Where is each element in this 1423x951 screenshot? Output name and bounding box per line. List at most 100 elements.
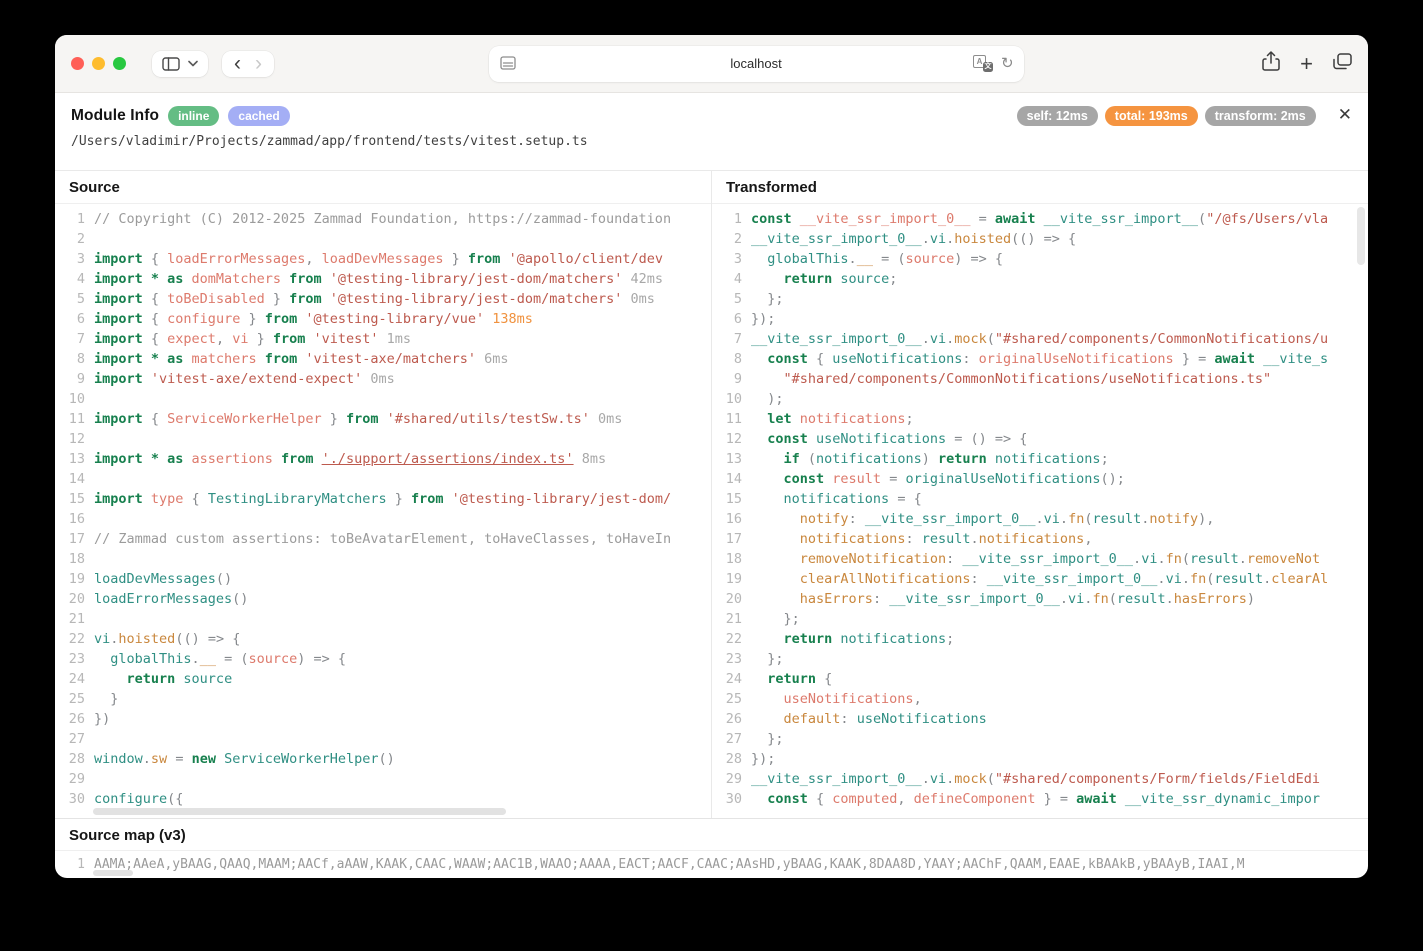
code-line: 18 removeNotification: __vite_ssr_import… — [712, 549, 1368, 569]
sidebar-toggle[interactable] — [152, 51, 208, 77]
line-number: 21 — [55, 609, 94, 629]
line-number: 30 — [712, 789, 751, 809]
translate-icon[interactable]: A 文 — [973, 55, 993, 72]
line-number: 21 — [712, 609, 751, 629]
line-number: 3 — [712, 249, 751, 269]
line-number: 16 — [55, 509, 94, 529]
zoom-window-button[interactable] — [113, 57, 126, 70]
line-number: 1 — [55, 209, 94, 229]
code-line: 22 return notifications; — [712, 629, 1368, 649]
line-number: 6 — [55, 309, 94, 329]
minimize-window-button[interactable] — [92, 57, 105, 70]
line-number: 27 — [712, 729, 751, 749]
code-line: 17 notifications: result.notifications, — [712, 529, 1368, 549]
line-number: 6 — [712, 309, 751, 329]
line-number: 16 — [712, 509, 751, 529]
line-number: 30 — [55, 789, 94, 809]
code-line: 14 const result = originalUseNotificatio… — [712, 469, 1368, 489]
code-line: 13 if (notifications) return notificatio… — [712, 449, 1368, 469]
code-line: 9import 'vitest-axe/extend-expect' 0ms — [55, 369, 711, 389]
line-number: 4 — [55, 269, 94, 289]
code-line: 19loadDevMessages() — [55, 569, 711, 589]
browser-window: ‹ › localhost A 文 ↻ — [55, 35, 1368, 878]
code-line: 30 const { computed, defineComponent } =… — [712, 789, 1368, 809]
page-title: Module Info — [71, 107, 159, 125]
line-number: 10 — [712, 389, 751, 409]
url-text[interactable]: localhost — [489, 46, 1024, 82]
new-tab-icon[interactable]: + — [1300, 55, 1313, 73]
sourcemap-section: Source map (v3) 1 AAMA;AAeA,yBAAG,QAAQ,M… — [55, 818, 1368, 878]
panel-title: Source — [55, 171, 711, 204]
sourcemap-line-number: 1 — [55, 856, 94, 874]
line-number: 20 — [712, 589, 751, 609]
code-line: 8 const { useNotifications: originalUseN… — [712, 349, 1368, 369]
code-line: 20 hasErrors: __vite_ssr_import_0__.vi.f… — [712, 589, 1368, 609]
tab-overview-icon[interactable] — [1333, 53, 1352, 75]
browser-toolbar: ‹ › localhost A 文 ↻ — [55, 35, 1368, 93]
code-line: 26}) — [55, 709, 711, 729]
code-line: 12 const useNotifications = () => { — [712, 429, 1368, 449]
line-number: 9 — [55, 369, 94, 389]
code-line: 27 — [55, 729, 711, 749]
inline-badge: inline — [168, 106, 219, 126]
line-number: 19 — [55, 569, 94, 589]
line-number: 5 — [55, 289, 94, 309]
line-number: 2 — [712, 229, 751, 249]
line-number: 26 — [55, 709, 94, 729]
module-path: /Users/vladimir/Projects/zammad/app/fron… — [71, 134, 1352, 149]
code-line: 10 — [55, 389, 711, 409]
line-number: 11 — [55, 409, 94, 429]
line-number: 5 — [712, 289, 751, 309]
code-line: 21 }; — [712, 609, 1368, 629]
vertical-scrollbar[interactable] — [1357, 207, 1365, 265]
line-number: 18 — [55, 549, 94, 569]
reload-icon[interactable]: ↻ — [1001, 55, 1014, 73]
code-line: 27 }; — [712, 729, 1368, 749]
url-bar[interactable]: localhost A 文 ↻ — [489, 46, 1024, 82]
cached-badge: cached — [228, 106, 289, 126]
code-line: 2 — [55, 229, 711, 249]
code-line: 9 "#shared/components/CommonNotification… — [712, 369, 1368, 389]
code-line: 25 useNotifications, — [712, 689, 1368, 709]
line-number: 19 — [712, 569, 751, 589]
forward-button[interactable]: › — [255, 56, 262, 72]
line-number: 28 — [55, 749, 94, 769]
code-line: 3import { loadErrorMessages, loadDevMess… — [55, 249, 711, 269]
line-number: 3 — [55, 249, 94, 269]
line-number: 27 — [55, 729, 94, 749]
module-info-header: Module Info inline cached self: 12ms tot… — [55, 93, 1368, 170]
sourcemap-scrollbar[interactable] — [93, 870, 133, 876]
share-icon[interactable] — [1262, 51, 1280, 76]
code-line: 23 globalThis.__ = (source) => { — [55, 649, 711, 669]
close-window-button[interactable] — [71, 57, 84, 70]
code-line: 19 clearAllNotifications: __vite_ssr_imp… — [712, 569, 1368, 589]
code-line: 2__vite_ssr_import_0__.vi.hoisted(() => … — [712, 229, 1368, 249]
line-number: 22 — [55, 629, 94, 649]
line-number: 2 — [55, 229, 94, 249]
code-line: 29 — [55, 769, 711, 789]
total-time-badge: total: 193ms — [1105, 106, 1198, 126]
module-link[interactable]: './support/assertions/index.ts' — [322, 451, 574, 467]
code-line: 16 notify: __vite_ssr_import_0__.vi.fn(r… — [712, 509, 1368, 529]
code-line: 30configure({ — [55, 789, 711, 809]
line-number: 22 — [712, 629, 751, 649]
back-button[interactable]: ‹ — [234, 56, 241, 72]
line-number: 26 — [712, 709, 751, 729]
line-number: 10 — [55, 389, 94, 409]
code-line: 23 }; — [712, 649, 1368, 669]
line-number: 25 — [55, 689, 94, 709]
line-number: 24 — [712, 669, 751, 689]
code-line: 24 return source — [55, 669, 711, 689]
line-number: 15 — [712, 489, 751, 509]
code-line: 11import { ServiceWorkerHelper } from '#… — [55, 409, 711, 429]
horizontal-scrollbar[interactable] — [93, 808, 506, 815]
code-lines[interactable]: 1const __vite_ssr_import_0__ = await __v… — [712, 204, 1368, 818]
sourcemap-title: Source map (v3) — [55, 819, 1368, 851]
code-lines[interactable]: 1// Copyright (C) 2012-2025 Zammad Found… — [55, 204, 711, 818]
url-bar-right-icons: A 文 ↻ — [973, 55, 1014, 73]
close-icon[interactable]: ✕ — [1338, 106, 1352, 123]
code-line: 22vi.hoisted(() => { — [55, 629, 711, 649]
line-number: 17 — [712, 529, 751, 549]
code-line: 18 — [55, 549, 711, 569]
code-line: 24 return { — [712, 669, 1368, 689]
